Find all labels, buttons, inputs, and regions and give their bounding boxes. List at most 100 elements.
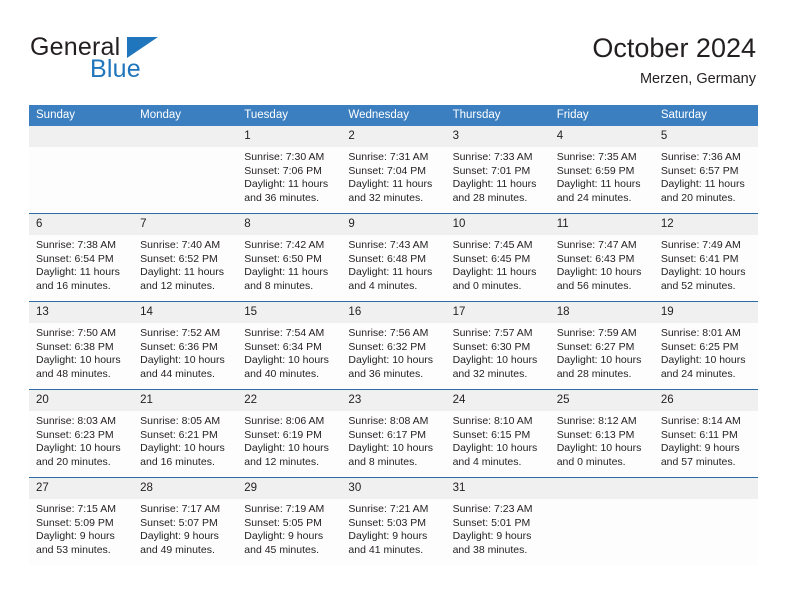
daylight-text-line1: Daylight: 10 hours [660, 354, 746, 367]
calendar-day-cell[interactable]: 20 Sunrise: 8:03 AM Sunset: 6:23 PM Dayligh… [29, 389, 134, 478]
day-number: 12 [653, 214, 758, 235]
daylight-text-line2: and 45 minutes. [244, 543, 319, 556]
sunrise-text: Sunrise: 7:19 AM [244, 503, 325, 515]
sunrise-text: Sunrise: 7:56 AM [348, 327, 429, 339]
general-blue-logo[interactable]: General Blue [30, 33, 230, 89]
sunrise-text: Sunrise: 8:06 AM [244, 415, 325, 427]
calendar-day-cell[interactable]: 22 Sunrise: 8:06 AM Sunset: 6:19 PM Dayligh… [237, 389, 342, 478]
daylight-text-line2: and 20 minutes. [660, 191, 736, 204]
weekday-header-thursday: Thursday [445, 105, 550, 126]
day-number [133, 126, 238, 147]
sunset-text: Sunset: 6:15 PM [452, 428, 531, 441]
calendar-day-cell[interactable]: 25 Sunrise: 8:12 AM Sunset: 6:13 PM Dayligh… [549, 389, 654, 478]
daylight-text-line1: Daylight: 9 hours [140, 530, 219, 543]
daylight-text-line1: Daylight: 11 hours [452, 266, 537, 279]
day-sun-info: Sunrise: 7:42 AM Sunset: 6:50 PM Daylight:… [237, 235, 341, 293]
sunset-text: Sunset: 6:25 PM [660, 340, 739, 353]
sunrise-text: Sunrise: 7:38 AM [36, 239, 116, 251]
day-sun-info: Sunrise: 8:08 AM Sunset: 6:17 PM Daylight:… [341, 411, 445, 469]
page-title: October 2024 [592, 33, 756, 63]
daylight-text-line1: Daylight: 11 hours [452, 178, 537, 191]
daylight-text-line2: and 44 minutes. [140, 367, 215, 380]
sunset-text: Sunset: 6:57 PM [660, 164, 739, 177]
daylight-text-line1: Daylight: 10 hours [140, 442, 225, 455]
calendar-day-cell[interactable]: 21 Sunrise: 8:05 AM Sunset: 6:21 PM Dayligh… [133, 389, 238, 478]
daylight-text-line1: Daylight: 11 hours [244, 266, 329, 279]
calendar-day-cell[interactable]: 11 Sunrise: 7:47 AM Sunset: 6:43 PM Dayligh… [549, 213, 654, 302]
daylight-text-line1: Daylight: 10 hours [556, 266, 642, 279]
daylight-text-line1: Daylight: 11 hours [660, 178, 745, 191]
calendar-day-cell[interactable]: 5 Sunrise: 7:36 AM Sunset: 6:57 PM Daylight… [653, 126, 758, 214]
calendar-day-cell[interactable]: 28 Sunrise: 7:17 AM Sunset: 5:07 PM Dayligh… [133, 477, 238, 565]
sunset-text: Sunset: 6:11 PM [660, 428, 738, 441]
calendar-day-cell[interactable]: 24 Sunrise: 8:10 AM Sunset: 6:15 PM Dayligh… [445, 389, 550, 478]
calendar-header-row: Sunday Monday Tuesday Wednesday Thursday… [29, 105, 758, 126]
daylight-text-line1: Daylight: 9 hours [452, 530, 532, 543]
calendar-day-cell[interactable]: 4 Sunrise: 7:35 AM Sunset: 6:59 PM Daylight… [549, 126, 654, 214]
calendar-day-cell-empty [653, 477, 758, 565]
daylight-text-line1: Daylight: 11 hours [244, 178, 329, 191]
calendar-day-cell[interactable]: 23 Sunrise: 8:08 AM Sunset: 6:17 PM Dayligh… [341, 389, 446, 478]
calendar-day-cell[interactable]: 19 Sunrise: 8:01 AM Sunset: 6:25 PM Dayligh… [653, 301, 758, 390]
daylight-text-line2: and 20 minutes. [36, 455, 111, 468]
calendar-day-cell[interactable]: 3 Sunrise: 7:33 AM Sunset: 7:01 PM Daylight… [445, 126, 550, 214]
calendar-day-cell[interactable]: 14 Sunrise: 7:52 AM Sunset: 6:36 PM Dayligh… [133, 301, 238, 390]
daylight-text-line1: Daylight: 10 hours [244, 354, 329, 367]
day-number: 1 [237, 126, 342, 147]
day-sun-info: Sunrise: 7:43 AM Sunset: 6:48 PM Daylight:… [341, 235, 445, 293]
day-sun-info: Sunrise: 8:14 AM Sunset: 6:11 PM Daylight:… [654, 411, 758, 469]
calendar-day-cell[interactable]: 30 Sunrise: 7:21 AM Sunset: 5:03 PM Dayligh… [341, 477, 446, 565]
calendar-day-cell[interactable]: 2 Sunrise: 7:31 AM Sunset: 7:04 PM Daylight… [341, 126, 446, 214]
sunrise-text: Sunrise: 7:59 AM [556, 327, 637, 339]
day-sun-info: Sunrise: 7:50 AM Sunset: 6:38 PM Daylight:… [29, 323, 133, 381]
day-number: 28 [133, 478, 238, 499]
day-sun-info: Sunrise: 7:56 AM Sunset: 6:32 PM Daylight:… [341, 323, 445, 381]
daylight-text-line2: and 16 minutes. [140, 455, 215, 468]
day-number: 17 [445, 302, 550, 323]
calendar-day-cell[interactable]: 29 Sunrise: 7:19 AM Sunset: 5:05 PM Dayligh… [237, 477, 342, 565]
calendar-day-cell[interactable]: 9 Sunrise: 7:43 AM Sunset: 6:48 PM Daylight… [341, 213, 446, 302]
daylight-text-line1: Daylight: 10 hours [348, 354, 434, 367]
day-sun-info: Sunrise: 7:19 AM Sunset: 5:05 PM Daylight:… [237, 499, 341, 557]
daylight-text-line1: Daylight: 10 hours [140, 354, 225, 367]
logo-text-blue: Blue [90, 55, 141, 83]
title-block: October 2024 Merzen, Germany [592, 32, 756, 90]
day-sun-info: Sunrise: 8:05 AM Sunset: 6:21 PM Daylight:… [133, 411, 237, 469]
daylight-text-line2: and 28 minutes. [452, 191, 528, 204]
weekday-header-saturday: Saturday [653, 105, 758, 126]
calendar-day-cell[interactable]: 10 Sunrise: 7:45 AM Sunset: 6:45 PM Dayligh… [445, 213, 550, 302]
weekday-header-friday: Friday [549, 105, 654, 126]
calendar-day-cell[interactable]: 17 Sunrise: 7:57 AM Sunset: 6:30 PM Dayligh… [445, 301, 550, 390]
sunrise-text: Sunrise: 7:36 AM [660, 151, 741, 163]
calendar-day-cell[interactable]: 1 Sunrise: 7:30 AM Sunset: 7:06 PM Daylight… [237, 126, 342, 214]
sunrise-text: Sunrise: 7:23 AM [452, 503, 533, 515]
sunrise-text: Sunrise: 7:21 AM [348, 503, 429, 515]
day-sun-info: Sunrise: 8:10 AM Sunset: 6:15 PM Daylight:… [446, 411, 550, 469]
calendar-day-cell[interactable]: 26 Sunrise: 8:14 AM Sunset: 6:11 PM Dayligh… [653, 389, 758, 478]
calendar-day-cell-empty [29, 126, 134, 214]
daylight-text-line2: and 57 minutes. [660, 455, 736, 468]
day-number: 16 [341, 302, 446, 323]
calendar-day-cell[interactable]: 15 Sunrise: 7:54 AM Sunset: 6:34 PM Dayligh… [237, 301, 342, 390]
calendar-day-cell[interactable]: 7 Sunrise: 7:40 AM Sunset: 6:52 PM Daylight… [133, 213, 238, 302]
day-sun-info: Sunrise: 7:49 AM Sunset: 6:41 PM Daylight:… [654, 235, 758, 293]
calendar-day-cell[interactable]: 16 Sunrise: 7:56 AM Sunset: 6:32 PM Dayligh… [341, 301, 446, 390]
day-number: 21 [133, 390, 238, 411]
calendar-day-cell[interactable]: 8 Sunrise: 7:42 AM Sunset: 6:50 PM Daylight… [237, 213, 342, 302]
calendar-day-cell[interactable]: 12 Sunrise: 7:49 AM Sunset: 6:41 PM Dayligh… [653, 213, 758, 302]
calendar-day-cell[interactable]: 13 Sunrise: 7:50 AM Sunset: 6:38 PM Dayligh… [29, 301, 134, 390]
daylight-text-line2: and 52 minutes. [660, 279, 736, 292]
calendar-body: 1 Sunrise: 7:30 AM Sunset: 7:06 PM Daylight… [29, 126, 758, 565]
calendar-day-cell[interactable]: 31 Sunrise: 7:23 AM Sunset: 5:01 PM Dayligh… [445, 477, 550, 565]
calendar-day-cell[interactable]: 18 Sunrise: 7:59 AM Sunset: 6:27 PM Dayligh… [549, 301, 654, 390]
daylight-text-line2: and 53 minutes. [36, 543, 111, 556]
calendar-day-cell[interactable]: 27 Sunrise: 7:15 AM Sunset: 5:09 PM Dayligh… [29, 477, 134, 565]
daylight-text-line1: Daylight: 9 hours [348, 530, 428, 543]
daylight-text-line2: and 48 minutes. [36, 367, 111, 380]
sunrise-text: Sunrise: 7:33 AM [452, 151, 533, 163]
daylight-text-line2: and 49 minutes. [140, 543, 215, 556]
page-subtitle: Merzen, Germany [639, 71, 756, 87]
calendar-day-cell[interactable]: 6 Sunrise: 7:38 AM Sunset: 6:54 PM Daylight… [29, 213, 134, 302]
sunrise-text: Sunrise: 7:17 AM [140, 503, 221, 515]
day-sun-info: Sunrise: 7:30 AM Sunset: 7:06 PM Daylight:… [237, 147, 341, 205]
